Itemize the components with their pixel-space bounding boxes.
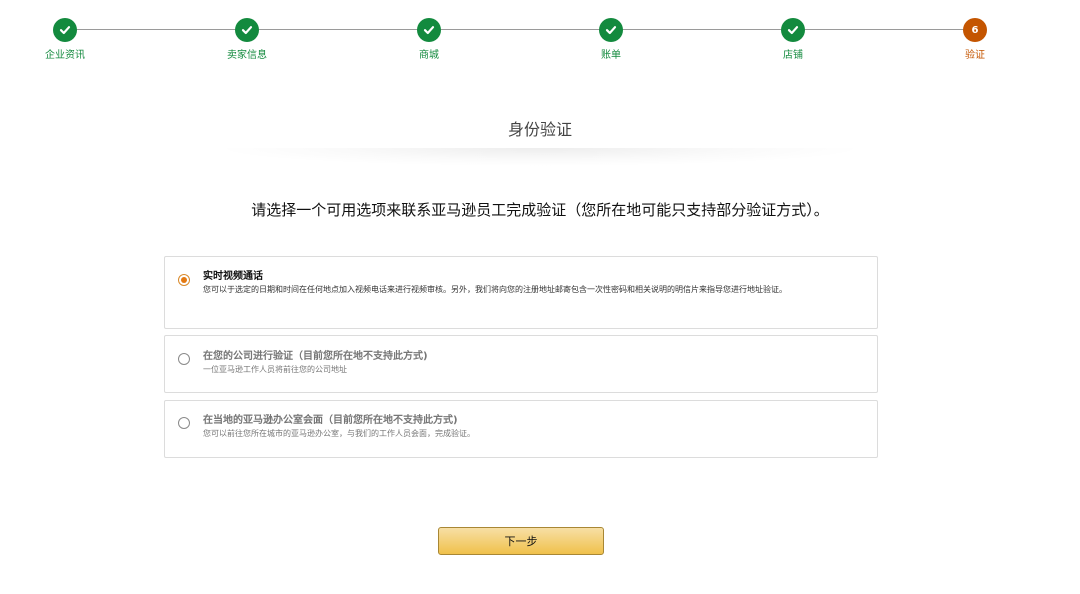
step-marketplace: 商城 bbox=[389, 18, 469, 61]
check-circle-icon bbox=[235, 18, 259, 42]
step-seller-info: 卖家信息 bbox=[207, 18, 287, 61]
progress-stepper: 企业资讯 卖家信息 商城 账单 店铺 6 验证 bbox=[0, 18, 1080, 68]
option-office-meeting[interactable]: 在当地的亚马逊办公室会面（目前您所在地不支持此方式) 您可以前往您所在城市的亚马… bbox=[164, 400, 878, 458]
step-label: 卖家信息 bbox=[227, 50, 267, 61]
step-company-info: 企业资讯 bbox=[25, 18, 105, 61]
step-label: 账单 bbox=[601, 50, 621, 61]
radio-button[interactable] bbox=[178, 353, 190, 365]
step-label: 企业资讯 bbox=[45, 50, 85, 61]
step-verification: 6 验证 bbox=[935, 18, 1015, 61]
option-title: 在当地的亚马逊办公室会面（目前您所在地不支持此方式) bbox=[203, 415, 458, 426]
check-circle-icon bbox=[599, 18, 623, 42]
radio-button-selected[interactable] bbox=[178, 274, 190, 286]
option-title: 在您的公司进行验证（目前您所在地不支持此方式) bbox=[203, 351, 428, 362]
instruction-text: 请选择一个可用选项来联系亚马逊员工完成验证（您所在地可能只支持部分验证方式）。 bbox=[251, 201, 829, 219]
stepper-line bbox=[65, 29, 975, 30]
page-title: 身份验证 bbox=[507, 120, 572, 139]
check-circle-icon bbox=[417, 18, 441, 42]
check-circle-icon bbox=[781, 18, 805, 42]
step-label: 验证 bbox=[965, 50, 985, 61]
step-label: 商城 bbox=[419, 50, 439, 61]
option-description: 您可以于选定的日期和时间在任何地点加入视频电话来进行视频审核。另外，我们将向您的… bbox=[203, 285, 787, 294]
step-number-badge: 6 bbox=[963, 18, 987, 42]
step-label: 店铺 bbox=[783, 50, 803, 61]
option-business-visit[interactable]: 在您的公司进行验证（目前您所在地不支持此方式) 一位亚马逊工作人员将前往您的公司… bbox=[164, 335, 878, 393]
option-video-call[interactable]: 实时视频通话 您可以于选定的日期和时间在任何地点加入视频电话来进行视频审核。另外… bbox=[164, 256, 878, 329]
next-button[interactable]: 下一步 bbox=[438, 527, 604, 555]
step-billing: 账单 bbox=[571, 18, 651, 61]
option-description: 您可以前往您所在城市的亚马逊办公室，与我们的工作人员会面，完成验证。 bbox=[203, 429, 475, 438]
step-store: 店铺 bbox=[753, 18, 833, 61]
title-divider bbox=[220, 148, 860, 166]
option-title: 实时视频通话 bbox=[203, 271, 263, 282]
option-description: 一位亚马逊工作人员将前往您的公司地址 bbox=[203, 365, 347, 374]
radio-button[interactable] bbox=[178, 417, 190, 429]
check-circle-icon bbox=[53, 18, 77, 42]
